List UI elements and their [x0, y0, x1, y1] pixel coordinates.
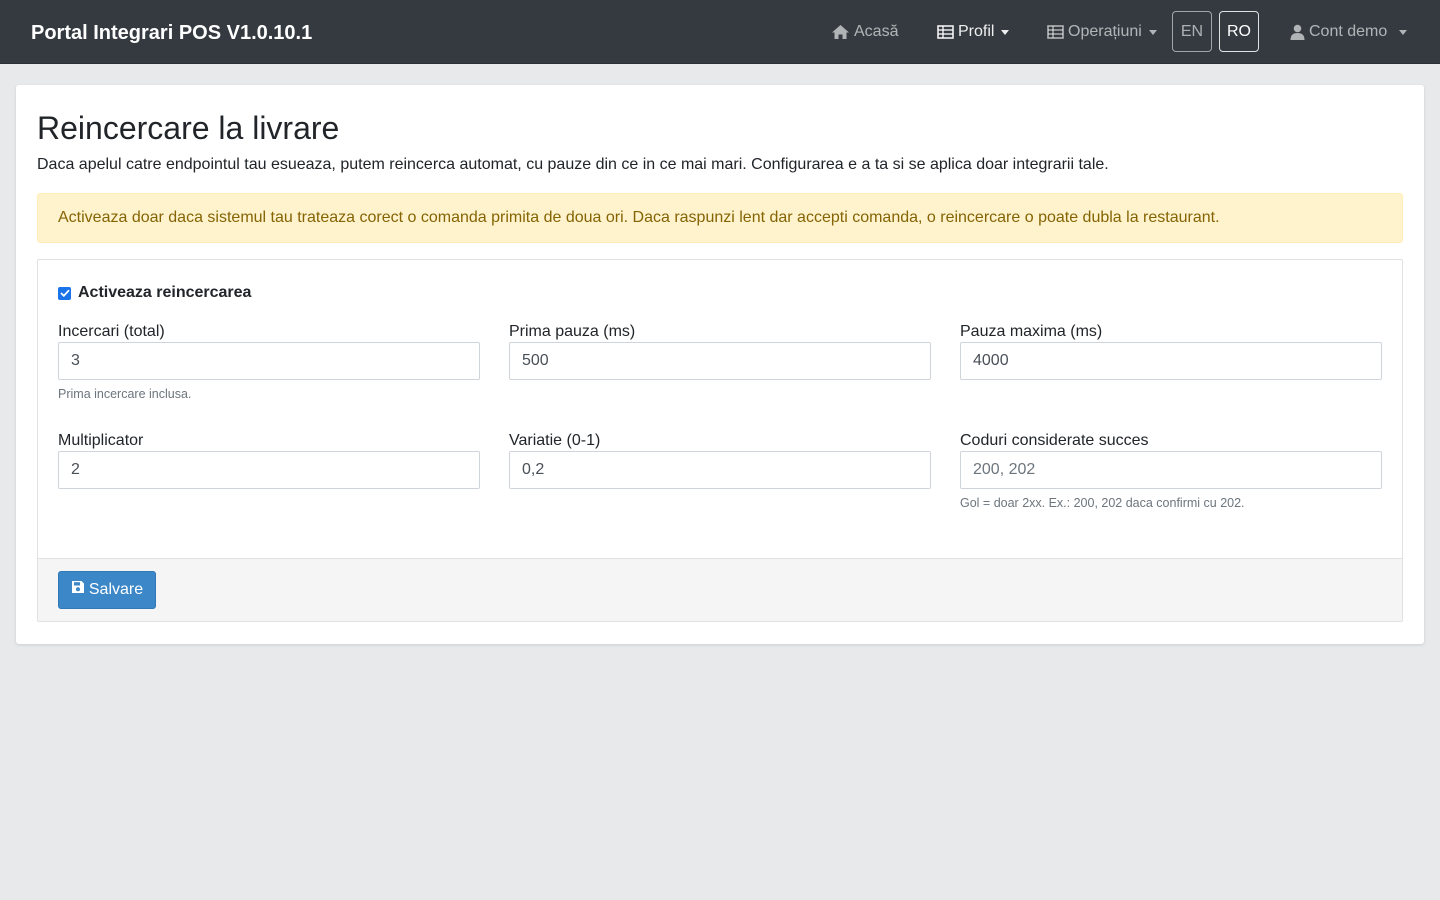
max-pause-field: Pauza maxima (ms) 4000: [960, 322, 1382, 380]
nav-account-dropdown[interactable]: Cont demo: [1290, 20, 1408, 44]
enable-retry-row[interactable]: Activeaza reincercarea: [58, 282, 251, 304]
nav-home[interactable]: Acasă: [831, 20, 898, 44]
warning-alert: Activeaza doar daca sistemul tau trateaz…: [37, 193, 1403, 243]
jitter-input[interactable]: 0,2: [509, 451, 931, 489]
chevron-down-icon: [1148, 29, 1157, 35]
attempts-help: Prima incercare inclusa.: [58, 387, 192, 401]
success-codes-label: Coduri considerate succes: [960, 432, 1149, 449]
enable-retry-checkbox[interactable]: [58, 286, 71, 300]
retry-settings-card: Reincercare la livrare Daca apelul catre…: [16, 85, 1424, 644]
language-ro-button[interactable]: RO: [1219, 11, 1259, 52]
success-codes-help: Gol = doar 2xx. Ex.: 200, 202 daca confi…: [960, 496, 1245, 510]
chevron-down-icon: [1399, 29, 1408, 35]
page-title: Reincercare la livrare: [37, 110, 340, 146]
table-icon: [1047, 25, 1064, 39]
nav-operations-label: Operațiuni: [1068, 23, 1142, 40]
multiplier-field: Multiplicator 2: [58, 431, 480, 489]
user-icon: [1290, 24, 1305, 40]
table-icon: [937, 25, 954, 39]
enable-retry-label[interactable]: Activeaza reincercarea: [78, 284, 251, 302]
page-description: Daca apelul catre endpointul tau esueaza…: [37, 156, 1109, 173]
nav-profile-dropdown[interactable]: Profil: [937, 20, 1010, 44]
multiplier-input[interactable]: 2: [58, 451, 480, 489]
home-icon: [831, 24, 850, 40]
success-codes-input[interactable]: 200, 202: [960, 451, 1382, 489]
save-icon: [71, 572, 85, 608]
first-pause-label: Prima pauza (ms): [509, 323, 636, 340]
success-codes-field: Coduri considerate succes 200, 202 Gol =…: [960, 431, 1382, 510]
nav-operations-dropdown[interactable]: Operațiuni: [1047, 20, 1157, 44]
max-pause-label: Pauza maxima (ms): [960, 323, 1103, 340]
save-button-label: Salvare: [88, 581, 144, 598]
jitter-label: Variatie (0-1): [509, 432, 601, 449]
app-brand[interactable]: Portal Integrari POS V1.0.10.1: [31, 20, 312, 46]
form-footer: Salvare: [38, 558, 1402, 621]
save-button[interactable]: Salvare: [58, 571, 156, 609]
max-pause-input[interactable]: 4000: [960, 342, 1382, 380]
nav-home-label: Acasă: [854, 23, 899, 40]
nav-account-label: Cont demo: [1309, 23, 1388, 40]
language-en-button[interactable]: EN: [1172, 11, 1212, 52]
first-pause-input[interactable]: 500: [509, 342, 931, 380]
jitter-field: Variatie (0-1) 0,2: [509, 431, 931, 489]
retry-form: Activeaza reincercarea Incercari (total)…: [37, 259, 1403, 622]
attempts-field: Incercari (total) 3 Prima incercare incl…: [58, 322, 480, 401]
checkmark-icon: [59, 289, 70, 297]
nav-profile-label: Profil: [958, 23, 995, 40]
first-pause-field: Prima pauza (ms) 500: [509, 322, 931, 380]
multiplier-label: Multiplicator: [58, 432, 144, 449]
top-navbar: Portal Integrari POS V1.0.10.1 Acasă Pro…: [0, 0, 1440, 64]
chevron-down-icon: [1001, 29, 1010, 35]
attempts-input[interactable]: 3: [58, 342, 480, 380]
attempts-label: Incercari (total): [58, 323, 165, 340]
